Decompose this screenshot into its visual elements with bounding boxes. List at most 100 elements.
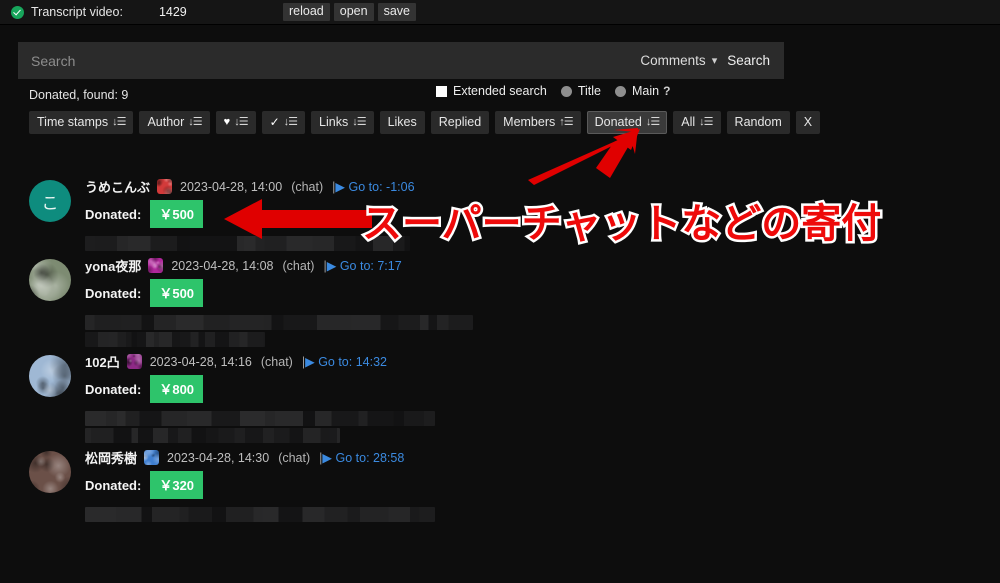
sort-button-label: Random [735, 115, 782, 129]
comment-username[interactable]: yona夜那 [85, 256, 141, 275]
donation-line: Donated: ￥500 [85, 202, 978, 226]
sort-button-label: Likes [388, 115, 417, 129]
comment-source-type: (chat) [291, 180, 323, 194]
extended-search-checkbox[interactable] [436, 86, 447, 97]
comment-text-redacted [85, 411, 435, 426]
goto-label: Go to: [336, 451, 370, 465]
avatar[interactable]: こ [29, 180, 71, 222]
sort-button-label: Members [503, 115, 555, 129]
comment-text-redacted [85, 507, 435, 522]
search-submit-button[interactable]: Search [727, 53, 770, 68]
comment-timestamp: 2023-04-28, 14:16 [150, 355, 252, 369]
sort-desc-icon: ↓☰ [352, 115, 365, 129]
sort-button-donated[interactable]: Donated ↓☰ [587, 111, 668, 134]
goto-time: -1:06 [386, 180, 415, 194]
header-actions: reload open save [283, 3, 416, 21]
sort-button-links[interactable]: Links ↓☰ [311, 111, 374, 134]
avatar[interactable] [29, 451, 71, 493]
comment-text-redacted [85, 315, 473, 330]
comment-body: 松岡秀樹 2023-04-28, 14:30 (chat) |▶ Go to: 28:… [85, 443, 978, 522]
title-radio[interactable] [561, 86, 572, 97]
play-icon: ▶ [322, 451, 332, 465]
sort-desc-icon: ↓☰ [234, 115, 247, 129]
heart-icon: ♥ [224, 115, 231, 129]
comment-source-type: (chat) [261, 355, 293, 369]
sort-desc-icon: ↓☰ [284, 115, 297, 129]
donated-label: Donated: [85, 382, 141, 397]
comment-timestamp: 2023-04-28, 14:30 [167, 451, 269, 465]
comment-text-redacted [85, 236, 410, 251]
open-button[interactable]: open [334, 3, 374, 21]
sort-button-likes[interactable]: Likes [380, 111, 425, 134]
search-panel: Comments ▾ Search Donated, found: 9 Exte… [18, 42, 784, 134]
goto-timestamp-link[interactable]: |▶ Go to: -1:06 [332, 179, 414, 194]
donation-line: Donated: ￥500 [85, 281, 978, 305]
sort-button-clear[interactable]: X [796, 111, 820, 134]
sort-button-checked[interactable]: ✓ ↓☰ [262, 111, 305, 134]
sort-button-time-stamps[interactable]: Time stamps ↓☰ [29, 111, 133, 134]
help-icon[interactable]: ? [663, 84, 670, 98]
comment-source-type: (chat) [278, 451, 310, 465]
donation-line: Donated: ￥320 [85, 473, 978, 497]
found-count-text: Donated, found: 9 [29, 88, 128, 102]
sort-button-label: Author [147, 115, 184, 129]
comment-list: こうめこんぶ 2023-04-28, 14:00 (chat) |▶ Go to: -… [18, 172, 978, 522]
main-label[interactable]: Main [632, 84, 659, 98]
donated-amount-badge: ￥500 [150, 279, 203, 307]
donated-label: Donated: [85, 286, 141, 301]
sort-button-members[interactable]: Members ↑☰ [495, 111, 580, 134]
donated-label: Donated: [85, 207, 141, 222]
comment-row: yona夜那 2023-04-28, 14:08 (chat) |▶ Go to: 7… [18, 251, 978, 347]
comment-username[interactable]: 102凸 [85, 352, 120, 371]
member-badge-icon [127, 354, 142, 369]
avatar[interactable] [29, 259, 71, 301]
search-options-row: Donated, found: 9 Extended search Title … [18, 82, 784, 108]
search-option-group: Extended search Title Main ? [436, 84, 670, 98]
search-scope-selector[interactable]: Comments [640, 53, 705, 68]
sort-button-label: Time stamps [37, 115, 108, 129]
save-button[interactable]: save [378, 3, 416, 21]
title-label[interactable]: Title [578, 84, 601, 98]
check-circle-icon [11, 6, 24, 19]
sort-button-random[interactable]: Random [727, 111, 790, 134]
main-radio[interactable] [615, 86, 626, 97]
sort-button-label: Links [319, 115, 348, 129]
reload-button[interactable]: reload [283, 3, 330, 21]
sort-button-label: X [804, 115, 812, 129]
donated-amount-badge: ￥500 [150, 200, 203, 228]
member-badge-icon [144, 450, 159, 465]
goto-timestamp-link[interactable]: |▶ Go to: 7:17 [323, 258, 401, 273]
comment-meta-line: 102凸 2023-04-28, 14:16 (chat) |▶ Go to: 14:… [85, 352, 978, 371]
chevron-down-icon[interactable]: ▾ [712, 54, 718, 67]
donation-line: Donated: ￥800 [85, 377, 978, 401]
comment-body: うめこんぶ 2023-04-28, 14:00 (chat) |▶ Go to: -1… [85, 172, 978, 251]
transcript-comments-app: Transcript video: 1429 reload open save … [0, 0, 1000, 583]
extended-search-label[interactable]: Extended search [453, 84, 547, 98]
comment-username[interactable]: うめこんぶ [85, 177, 150, 196]
sort-button-label: All [681, 115, 695, 129]
goto-timestamp-link[interactable]: |▶ Go to: 14:32 [302, 354, 387, 369]
donated-amount-badge: ￥800 [150, 375, 203, 403]
sort-button-likes-heart[interactable]: ♥ ↓☰ [216, 111, 256, 134]
comment-source-type: (chat) [283, 259, 315, 273]
avatar[interactable] [29, 355, 71, 397]
play-icon: ▶ [327, 259, 337, 273]
comment-username[interactable]: 松岡秀樹 [85, 448, 137, 467]
search-input[interactable] [18, 52, 640, 70]
play-icon: ▶ [335, 180, 345, 194]
sort-button-author[interactable]: Author ↓☰ [139, 111, 209, 134]
app-header: Transcript video: 1429 reload open save [0, 0, 1000, 25]
goto-time: 14:32 [356, 355, 387, 369]
avatar-initial: こ [29, 180, 71, 222]
sort-filter-button-row: Time stamps ↓☰ Author ↓☰ ♥ ↓☰ ✓ ↓☰ Links ↓☰ Likes R… [29, 111, 784, 134]
comment-row: こ うめこんぶ 2023-04-28, 14:00 (chat) |▶ Go to: -… [18, 172, 978, 251]
sort-button-replied[interactable]: Replied [431, 111, 489, 134]
sort-button-all[interactable]: All ↓☰ [673, 111, 720, 134]
comment-meta-line: yona夜那 2023-04-28, 14:08 (chat) |▶ Go to: 7… [85, 256, 978, 275]
comment-row: 102凸 2023-04-28, 14:16 (chat) |▶ Go to: 14:… [18, 347, 978, 443]
comment-timestamp: 2023-04-28, 14:00 [180, 180, 282, 194]
sort-desc-icon: ↓☰ [699, 115, 712, 129]
comment-body: yona夜那 2023-04-28, 14:08 (chat) |▶ Go to: 7… [85, 251, 978, 347]
transcript-video-count: 1429 [159, 5, 187, 19]
goto-timestamp-link[interactable]: |▶ Go to: 28:58 [319, 450, 404, 465]
